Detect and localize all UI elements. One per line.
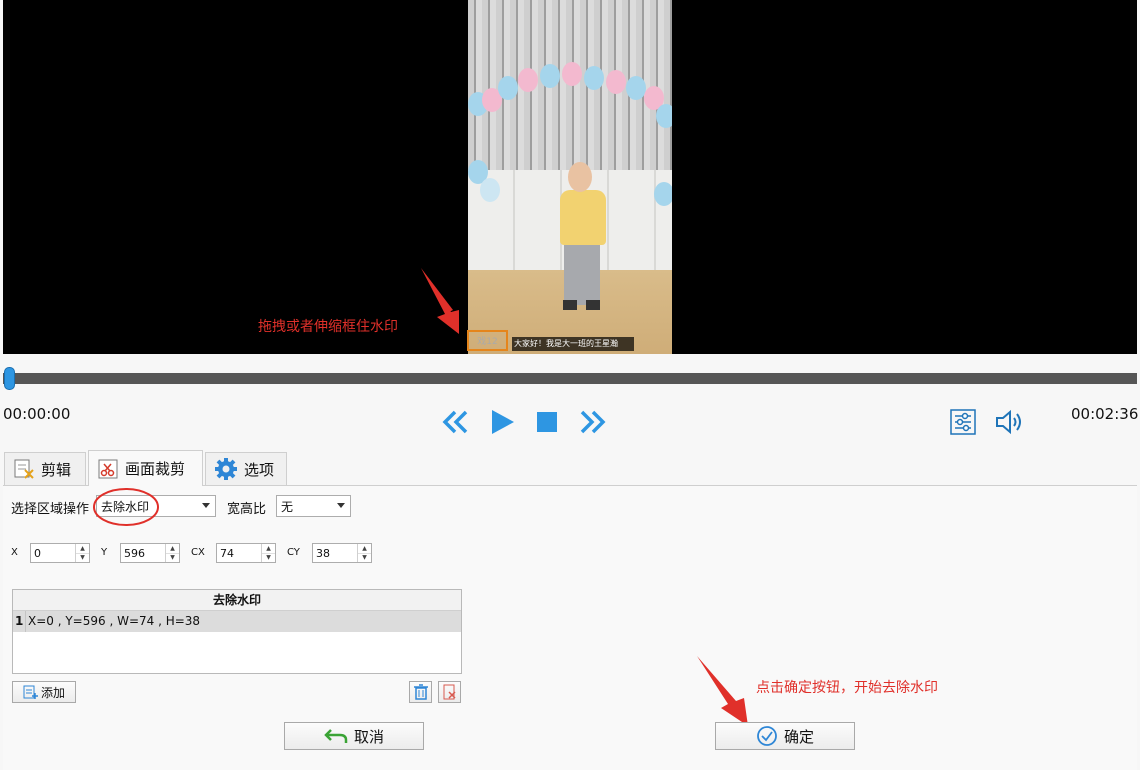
rewind-button[interactable] [440, 407, 470, 437]
balloon [540, 64, 560, 88]
aspect-label: 宽高比 [227, 502, 267, 517]
cx-label: CX [191, 547, 205, 558]
timeline-track[interactable] [3, 373, 1137, 384]
crop-icon [98, 459, 118, 478]
tab-label: 剪辑 [41, 460, 72, 479]
x-label: X [11, 547, 18, 558]
cancel-label: 取消 [353, 727, 384, 746]
check-circle-icon [757, 726, 777, 746]
stop-icon [537, 412, 557, 432]
undo-arrow-icon [324, 729, 348, 743]
spin-up-icon[interactable]: ▲ [166, 544, 179, 553]
balloon [606, 70, 626, 94]
balloon [518, 68, 538, 92]
clear-list-icon [443, 684, 456, 700]
spin-up-icon[interactable]: ▲ [76, 544, 89, 553]
clear-button[interactable] [438, 681, 461, 703]
current-time: 00:00:00 [3, 405, 71, 423]
row-text: X=0 , Y=596 , W=74 , H=38 [28, 614, 201, 628]
balloon [562, 62, 582, 86]
child-legs [564, 245, 600, 305]
confirm-hint-annotation: 点击确定按钮，开始去除水印 [756, 680, 938, 696]
child-head [568, 162, 592, 192]
stop-button[interactable] [534, 409, 560, 435]
y-input[interactable]: 596 ▲ ▼ [120, 543, 180, 563]
aspect-select[interactable]: 无 [276, 495, 351, 517]
video-frame [468, 0, 672, 354]
child-shoe [586, 300, 600, 310]
region-op-label: 选择区域操作 [11, 502, 90, 517]
chevron-down-icon [202, 503, 210, 508]
table-row[interactable]: 1 X=0 , Y=596 , W=74 , H=38 [13, 611, 461, 632]
y-value: 596 [124, 546, 145, 560]
tab-label: 选项 [244, 460, 275, 479]
play-icon [492, 410, 514, 434]
tab-label: 画面裁剪 [125, 460, 186, 478]
cx-value: 74 [220, 546, 234, 560]
cy-label: CY [287, 547, 300, 558]
child-shoe [563, 300, 577, 310]
row-index: 1 [15, 614, 24, 628]
chevron-down-icon [337, 503, 345, 508]
spin-down-icon[interactable]: ▼ [166, 552, 179, 563]
confirm-hint-arrow [697, 656, 748, 726]
x-input[interactable]: 0 ▲ ▼ [30, 543, 90, 563]
x-value: 0 [34, 546, 41, 560]
table-header: 去除水印 [13, 590, 461, 611]
timeline-thumb[interactable] [4, 367, 15, 390]
spin-down-icon[interactable]: ▼ [358, 552, 371, 563]
cx-input[interactable]: 74 ▲ ▼ [216, 543, 276, 563]
spin-down-icon[interactable]: ▼ [76, 552, 89, 563]
balloon [656, 104, 672, 128]
add-list-icon [23, 685, 38, 699]
trash-icon [413, 684, 428, 700]
scissors-doc-icon [14, 459, 34, 479]
balloon [480, 178, 500, 202]
balloon [584, 66, 604, 90]
cy-input[interactable]: 38 ▲ ▼ [312, 543, 372, 563]
drag-hint-arrow [421, 268, 459, 334]
forward-icon [580, 410, 606, 434]
cy-value: 38 [316, 546, 330, 560]
confirm-button[interactable]: 确定 [715, 722, 855, 750]
watermark-region-table: 去除水印 1 X=0 , Y=596 , W=74 , H=38 [12, 589, 462, 674]
spin-up-icon[interactable]: ▲ [358, 544, 371, 553]
gear-icon [215, 458, 237, 480]
spin-down-icon[interactable]: ▼ [262, 552, 275, 563]
balloon [626, 76, 646, 100]
confirm-label: 确定 [783, 727, 814, 746]
volume-button[interactable] [993, 407, 1025, 437]
tab-crop[interactable]: 画面裁剪 [88, 450, 203, 486]
add-label: 添加 [40, 685, 65, 700]
total-time: 00:02:36 [1071, 405, 1139, 423]
child-body [560, 190, 606, 245]
speaker-icon [996, 409, 1021, 435]
balloon [498, 76, 518, 100]
settings-button[interactable] [948, 407, 978, 437]
watermark-text: 戏12 [477, 337, 498, 347]
highlight-ellipse [93, 488, 159, 526]
sliders-icon [950, 409, 976, 435]
aspect-value: 无 [281, 499, 294, 514]
rewind-icon [442, 410, 468, 434]
y-label: Y [101, 547, 108, 558]
tab-options[interactable]: 选项 [205, 452, 287, 485]
cancel-button[interactable]: 取消 [284, 722, 424, 750]
watermark-selection-box[interactable]: 戏12 [467, 330, 508, 351]
balloon [654, 182, 672, 206]
add-button[interactable]: 添加 [12, 681, 76, 703]
video-subtitle: 大家好！我是大一班的王星瀚 [512, 337, 634, 351]
spin-up-icon[interactable]: ▲ [262, 544, 275, 553]
play-button[interactable] [486, 406, 518, 438]
drag-hint-annotation: 拖拽或者伸缩框住水印 [258, 319, 398, 335]
forward-button[interactable] [578, 407, 608, 437]
delete-button[interactable] [409, 681, 432, 703]
row-divider [25, 611, 26, 632]
tab-edit[interactable]: 剪辑 [4, 452, 86, 485]
